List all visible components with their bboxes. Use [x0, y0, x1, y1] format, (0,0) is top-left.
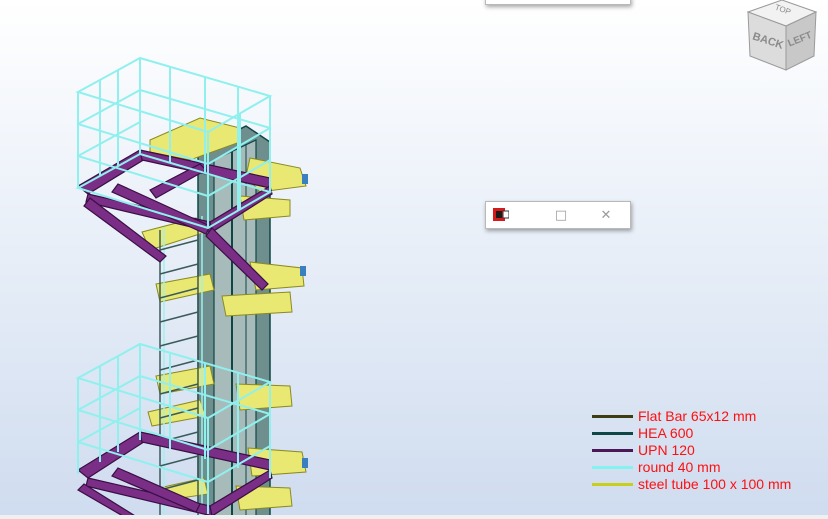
legend-label: round 40 mm — [638, 459, 721, 475]
maximize-icon[interactable]: □ — [541, 202, 581, 228]
legend-swatch — [592, 415, 633, 418]
legend-swatch — [592, 483, 633, 486]
legend-label: Flat Bar 65x12 mm — [638, 408, 757, 424]
status-strip — [0, 515, 828, 519]
legend-swatch — [592, 466, 633, 469]
legend-swatch — [592, 432, 633, 435]
close-icon[interactable]: ✕ — [586, 202, 626, 228]
legend-item-tube: steel tube 100 x 100 mm — [592, 476, 822, 493]
legend-label: UPN 120 — [638, 442, 695, 458]
legend-label: HEA 600 — [638, 425, 694, 441]
legend-item-hea: HEA 600 — [592, 425, 822, 442]
legend-item-flat-bar: Flat Bar 65x12 mm — [592, 408, 822, 425]
floating-window-top[interactable] — [485, 0, 631, 5]
robot-app-icon[interactable] — [493, 208, 510, 221]
legend-item-upn: UPN 120 — [592, 442, 822, 459]
floating-window-minimized[interactable]: □ ✕ — [485, 201, 631, 229]
view-cube[interactable]: TOP BACK LEFT — [746, 0, 818, 71]
legend-item-round: round 40 mm — [592, 459, 822, 476]
legend-label: steel tube 100 x 100 mm — [638, 476, 792, 492]
tube-end-caps — [300, 174, 308, 468]
legend-swatch — [592, 449, 633, 452]
